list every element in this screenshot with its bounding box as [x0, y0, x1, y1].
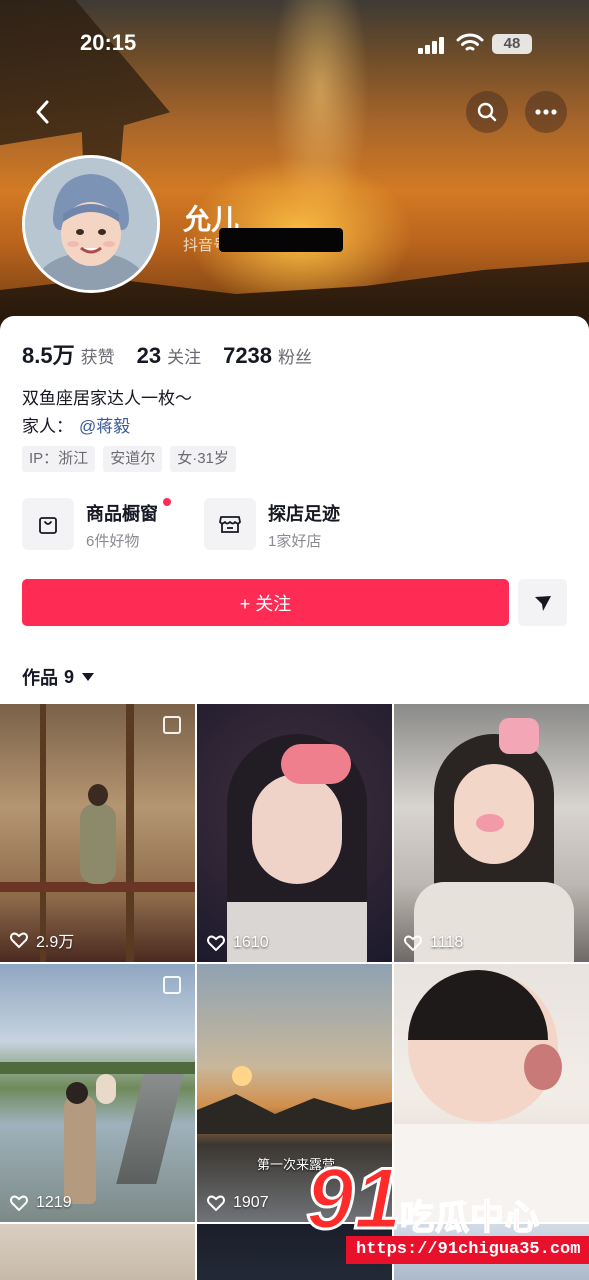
like-count: 1118 — [404, 934, 463, 952]
feature-title: 探店足迹 — [268, 504, 340, 524]
store-icon — [204, 498, 256, 550]
stat-value: 23 — [136, 343, 162, 368]
multi-image-icon — [163, 976, 181, 994]
heart-icon — [10, 1195, 28, 1211]
like-count: 1219 — [10, 1194, 72, 1212]
works-label: 作品 — [22, 668, 58, 688]
redaction-bar — [219, 228, 343, 252]
like-count-value: 1907 — [233, 1194, 269, 1211]
like-count-value: 2.9万 — [36, 934, 75, 951]
watermark-number: 91 — [305, 1150, 404, 1249]
video-tile[interactable]: 1610 — [197, 704, 392, 962]
family-mention-link[interactable]: @蒋毅 — [79, 417, 130, 436]
shopping-bag-icon — [22, 498, 74, 550]
more-button[interactable] — [525, 91, 567, 133]
heart-icon — [404, 935, 422, 951]
profile-bio: 双鱼座居家达人一枚～ — [22, 389, 192, 408]
heart-icon — [207, 935, 225, 951]
tag-gender-age: 女·31岁 — [170, 446, 236, 472]
stat-following[interactable]: 23 关注 — [137, 343, 201, 369]
tag-ip: IP：浙江 — [22, 446, 96, 472]
feature-subtitle: 1家好店 — [268, 533, 322, 550]
stat-value: 8.5万 — [22, 343, 75, 368]
profile-panel: 8.5万 获赞 23 关注 7238 粉丝 双鱼座居家达人一枚～ 家人： @蒋毅 … — [0, 316, 589, 1280]
watermark: 91 吃瓜中心 https://91chigua35.com — [300, 1150, 589, 1280]
video-tile[interactable]: 2.9万 — [0, 704, 195, 962]
wifi-icon — [456, 33, 484, 51]
search-icon — [477, 102, 497, 122]
like-count: 1610 — [207, 934, 269, 952]
stat-label: 关注 — [167, 348, 202, 367]
video-tile[interactable]: 1118 — [394, 704, 589, 962]
multi-image-icon — [163, 716, 181, 734]
status-bar: 20:15 48 — [0, 28, 589, 60]
battery-icon: 48 — [492, 34, 532, 54]
like-count-value: 1118 — [430, 934, 464, 951]
stat-value: 7238 — [223, 343, 273, 368]
works-count: 9 — [64, 666, 75, 687]
send-icon — [534, 595, 551, 611]
profile-family: 家人： @蒋毅 — [22, 412, 130, 437]
profile-tags: IP：浙江 安道尔 女·31岁 — [22, 446, 244, 472]
like-count: 2.9万 — [10, 928, 74, 952]
like-count: 1907 — [207, 1194, 269, 1212]
chevron-left-icon — [36, 100, 49, 124]
tag-location: 安道尔 — [103, 446, 163, 472]
like-count-value: 1610 — [233, 934, 269, 951]
stat-followers[interactable]: 7238 粉丝 — [223, 343, 312, 369]
stat-label: 粉丝 — [278, 348, 313, 367]
like-count-value: 1219 — [36, 1194, 72, 1211]
search-button[interactable] — [466, 91, 508, 133]
more-dots-icon — [535, 109, 557, 115]
works-tab[interactable]: 作品 9 — [22, 664, 95, 690]
heart-icon — [207, 1195, 225, 1211]
family-label: 家人： — [22, 417, 73, 436]
feature-subtitle: 6件好物 — [86, 533, 140, 550]
feature-entries: 商品橱窗 6件好物 探店足迹 1家好店 — [22, 498, 567, 554]
avatar-image — [25, 158, 157, 290]
watermark-url: https://91chigua35.com — [346, 1236, 589, 1264]
signal-icon — [418, 36, 450, 54]
caret-down-icon — [82, 673, 95, 681]
showcase-entry[interactable]: 商品橱窗 6件好物 — [22, 498, 192, 554]
heart-icon — [10, 932, 28, 948]
status-time: 20:15 — [80, 30, 137, 55]
notification-dot — [163, 498, 171, 506]
feature-title: 商品橱窗 — [86, 504, 158, 524]
video-tile[interactable]: 1219 — [0, 964, 195, 1222]
stat-likes[interactable]: 8.5万 获赞 — [22, 338, 115, 370]
video-tile[interactable] — [0, 1224, 195, 1280]
follow-button[interactable]: + 关注 — [22, 579, 509, 626]
share-button[interactable] — [518, 579, 567, 626]
watermark-text: 吃瓜中心 — [399, 1197, 540, 1239]
avatar[interactable] — [22, 155, 160, 293]
store-visits-entry[interactable]: 探店足迹 1家好店 — [204, 498, 374, 554]
stats-row: 8.5万 获赞 23 关注 7238 粉丝 — [22, 338, 334, 370]
stat-label: 获赞 — [80, 348, 115, 367]
back-button[interactable] — [26, 92, 60, 132]
